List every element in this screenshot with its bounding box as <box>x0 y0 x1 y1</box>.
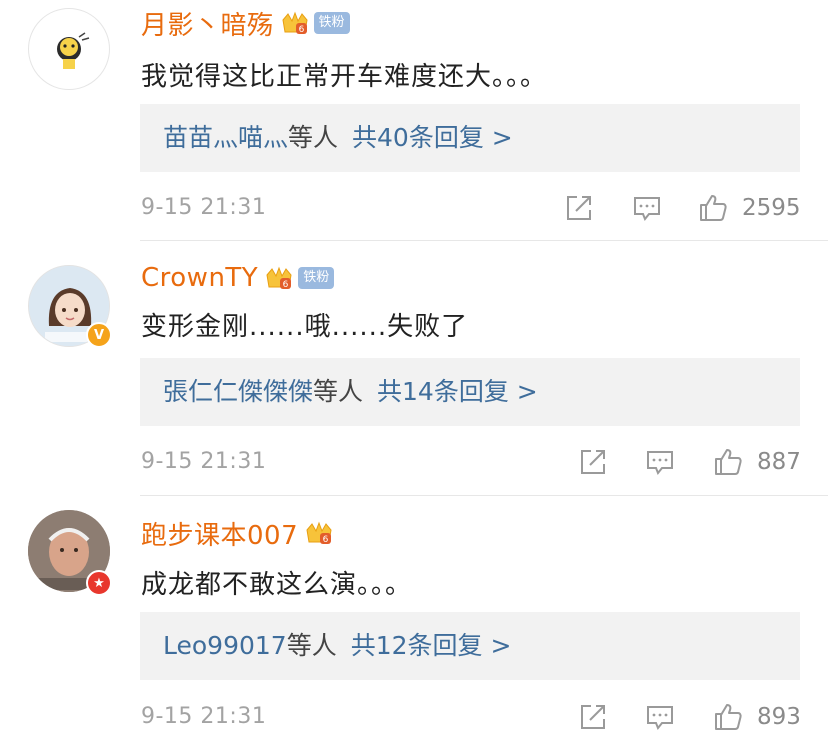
reply-others-label: 等人 <box>313 377 364 406</box>
username[interactable]: 跑步课本007 <box>141 515 298 552</box>
fan-badge: 铁粉 <box>313 12 350 34</box>
like-count: 887 <box>757 449 801 475</box>
svg-text:6: 6 <box>298 25 304 35</box>
verified-v-icon: V <box>93 327 105 343</box>
timestamp: 9-15 21:31 <box>141 195 267 220</box>
svg-text:6: 6 <box>283 280 289 290</box>
comment-item: ★ 跑步课本007 6 成龙都不敢这么演。。。 Leo99017等人 共12条回复… <box>0 496 828 739</box>
star-icon: ★ <box>93 575 105 591</box>
comment-text: 成龙都不敢这么演。。。 <box>141 570 413 600</box>
reply-names[interactable]: 苗苗灬喵灬 <box>163 123 288 152</box>
like-count: 893 <box>757 704 801 730</box>
comment-meta: 9-15 21:31 887 <box>0 444 828 480</box>
comment-meta: 9-15 21:31 893 <box>0 699 828 735</box>
share-icon[interactable] <box>564 193 594 223</box>
reply-count-link[interactable]: 共40条回复 > <box>352 123 513 152</box>
thumbs-up-icon[interactable] <box>713 447 743 477</box>
username[interactable]: 月影丶暗殇 <box>141 5 274 42</box>
timestamp: 9-15 21:31 <box>141 704 267 729</box>
share-icon[interactable] <box>578 447 608 477</box>
thumbs-up-icon[interactable] <box>713 702 743 732</box>
comment-item: 月影丶暗殇 6 铁粉 我觉得这比正常开车难度还大。。。 苗苗灬喵灬等人 共40条回… <box>0 0 828 240</box>
comment-icon[interactable] <box>632 193 662 223</box>
timestamp: 9-15 21:31 <box>141 449 267 474</box>
crown-icon: 6 <box>264 265 294 291</box>
name-row: 跑步课本007 6 <box>141 515 334 552</box>
username[interactable]: CrownTY <box>141 263 258 293</box>
reply-others-label: 等人 <box>286 631 337 660</box>
reply-count-link[interactable]: 共14条回复 > <box>377 377 538 406</box>
name-row: CrownTY 6 铁粉 <box>141 261 335 295</box>
reply-summary[interactable]: Leo99017等人 共12条回复 > <box>140 612 800 680</box>
reply-summary[interactable]: 張仁仁傑傑傑等人 共14条回复 > <box>140 358 800 426</box>
reply-summary[interactable]: 苗苗灬喵灬等人 共40条回复 > <box>140 104 800 172</box>
reply-others-label: 等人 <box>288 123 339 152</box>
comment-icon[interactable] <box>645 447 675 477</box>
comment-meta: 9-15 21:31 2595 <box>0 190 828 226</box>
svg-text:6: 6 <box>323 535 329 545</box>
verified-badge: ★ <box>86 570 112 596</box>
reply-names[interactable]: 張仁仁傑傑傑 <box>163 377 313 406</box>
avatar-cartoon-icon <box>57 32 90 69</box>
reply-names[interactable]: Leo99017 <box>163 631 287 660</box>
avatar[interactable] <box>28 8 110 90</box>
thumbs-up-icon[interactable] <box>698 193 728 223</box>
comment-icon[interactable] <box>645 702 675 732</box>
crown-icon: 6 <box>280 10 310 36</box>
verified-badge: V <box>86 322 112 348</box>
reply-count-link[interactable]: 共12条回复 > <box>351 631 512 660</box>
comment-text: 变形金刚......哦......失败了 <box>141 312 469 342</box>
name-row: 月影丶暗殇 6 铁粉 <box>141 5 350 42</box>
share-icon[interactable] <box>578 702 608 732</box>
like-count: 2595 <box>742 195 801 221</box>
comment-text: 我觉得这比正常开车难度还大。。。 <box>141 62 548 92</box>
fan-badge: 铁粉 <box>298 267 335 289</box>
comment-item: V CrownTY 6 铁粉 变形金刚......哦......失败了 張仁仁傑… <box>0 241 828 495</box>
crown-icon: 6 <box>304 520 334 546</box>
